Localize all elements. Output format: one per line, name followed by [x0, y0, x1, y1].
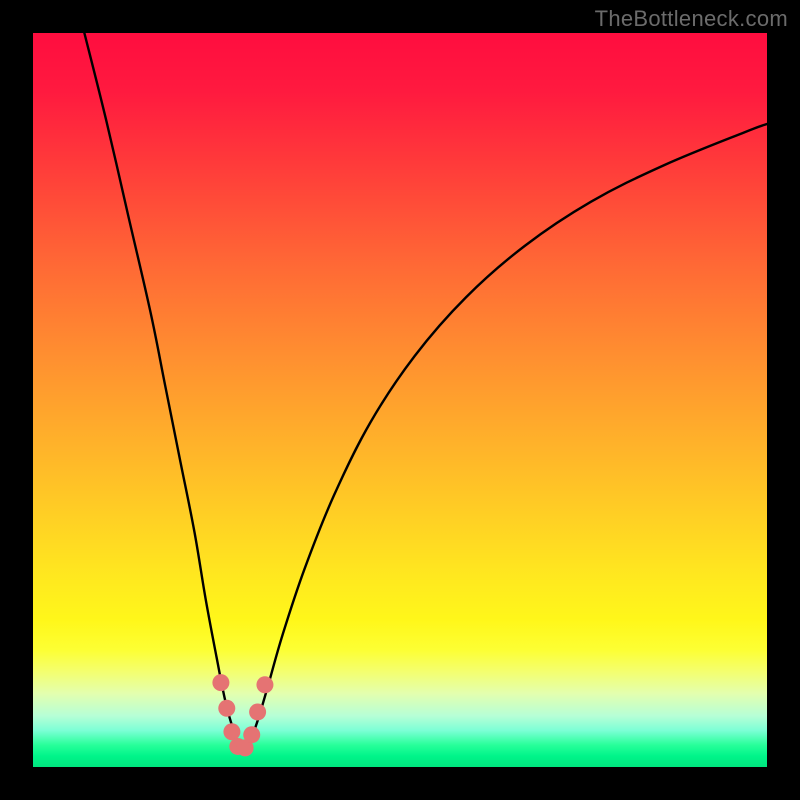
curve-marker [223, 723, 240, 740]
curve-layer [33, 33, 767, 767]
curve-marker [243, 726, 260, 743]
marker-group [212, 674, 273, 756]
curve-marker [256, 676, 273, 693]
plot-area [33, 33, 767, 767]
curve-marker [218, 700, 235, 717]
curve-marker [249, 703, 266, 720]
bottleneck-curve [84, 33, 767, 750]
chart-frame: TheBottleneck.com [0, 0, 800, 800]
curve-marker [212, 674, 229, 691]
watermark-text: TheBottleneck.com [595, 6, 788, 32]
